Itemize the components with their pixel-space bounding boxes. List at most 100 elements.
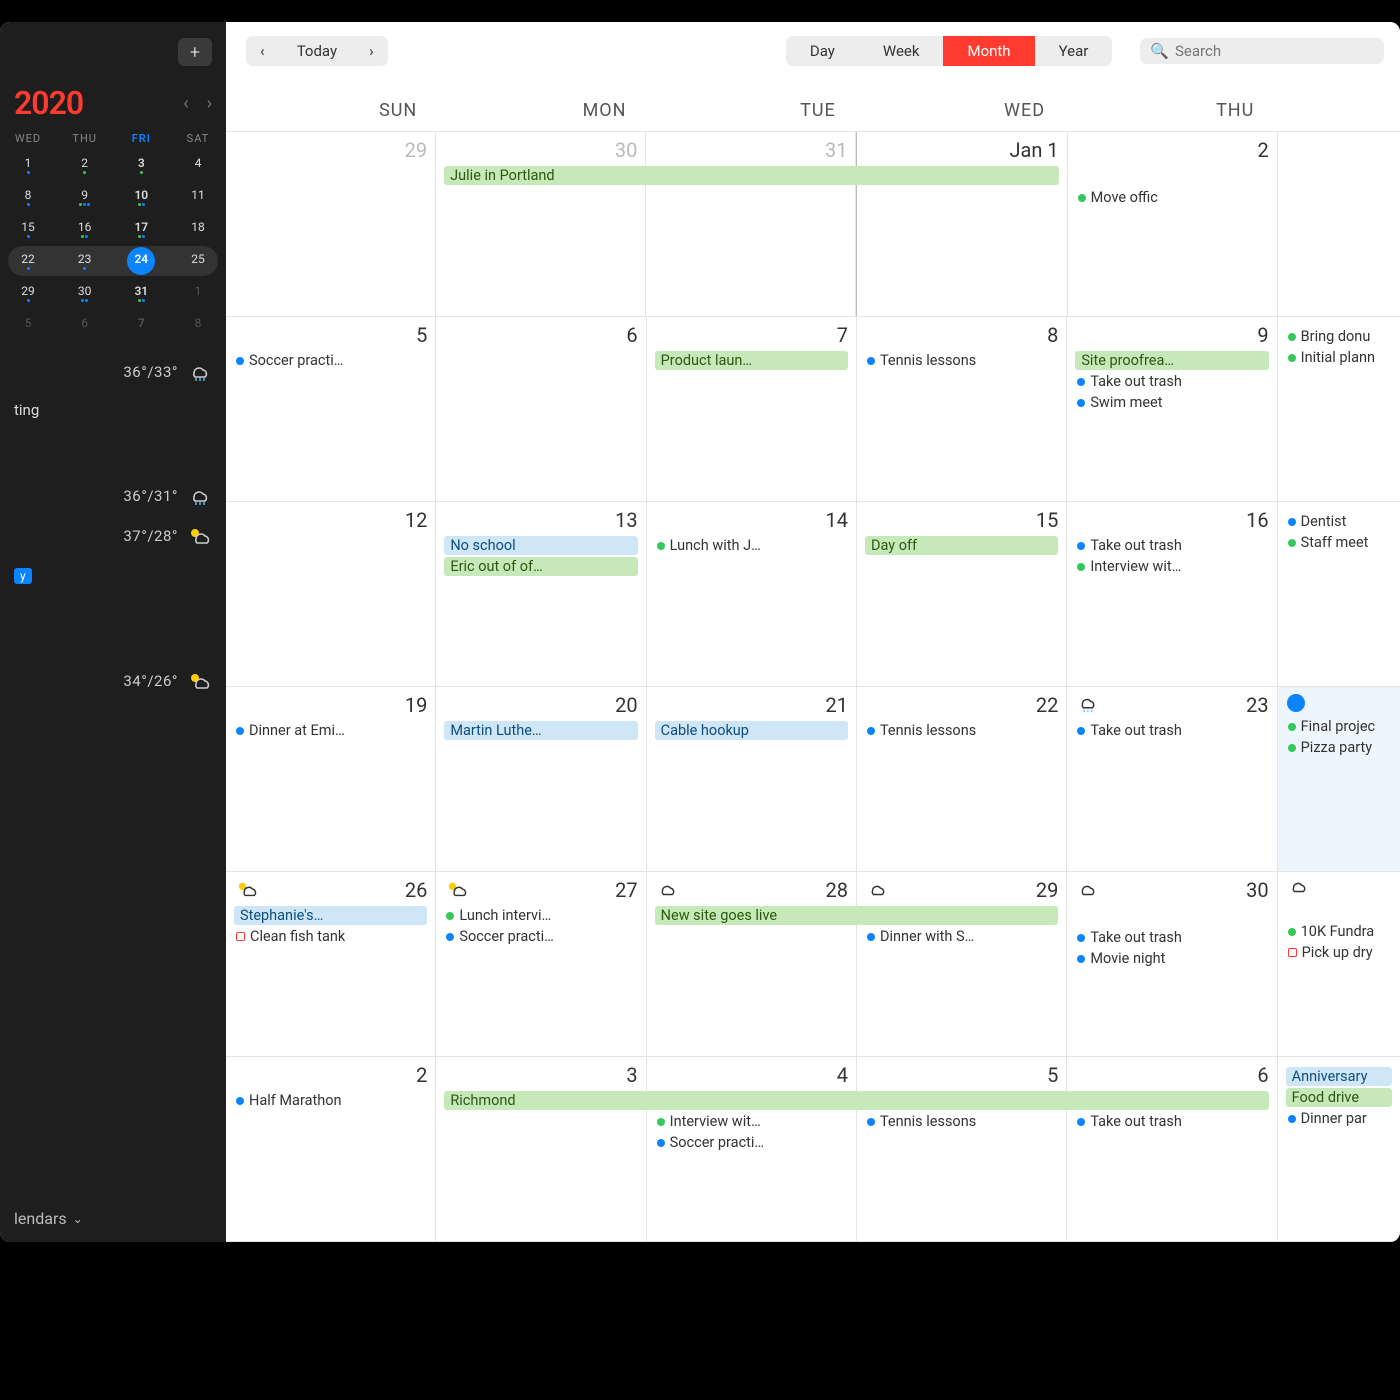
event-bar[interactable]: Food drive <box>1286 1088 1392 1107</box>
event-bar[interactable]: . <box>856 1091 1067 1110</box>
today-tag[interactable]: y <box>14 568 32 584</box>
mini-day[interactable]: 22 <box>14 247 42 275</box>
event-item[interactable]: Lunch intervi… <box>444 906 637 925</box>
mini-next-icon[interactable]: › <box>207 93 212 114</box>
view-week[interactable]: Week <box>859 36 944 66</box>
day-cell[interactable]: 3Richmond <box>436 1057 646 1241</box>
mini-day[interactable]: 18 <box>184 215 212 243</box>
event-item[interactable]: Staff meet <box>1286 533 1392 552</box>
event-item[interactable]: Final projec <box>1286 717 1392 736</box>
event-item[interactable]: Soccer practi… <box>234 351 427 370</box>
event-item[interactable]: Dentist <box>1286 512 1392 531</box>
event-item[interactable]: Movie night <box>1075 949 1268 968</box>
mini-day[interactable]: 8 <box>14 183 42 211</box>
view-month[interactable]: Month <box>943 36 1034 66</box>
day-cell[interactable]: 26Stephanie's…Clean fish tank <box>226 872 436 1056</box>
day-cell[interactable]: 21Cable hookup <box>647 687 857 871</box>
day-cell[interactable]: 30Take out trashMovie night <box>1067 872 1277 1056</box>
view-segment[interactable]: DayWeekMonthYear <box>786 36 1112 66</box>
event-bar[interactable]: Eric out of of… <box>444 557 637 576</box>
day-cell[interactable]: 13No schoolEric out of of… <box>436 502 646 686</box>
search-field[interactable]: 🔍 <box>1140 38 1384 64</box>
mini-prev-icon[interactable]: ‹ <box>183 93 188 114</box>
event-bar[interactable]: Julie in Portland <box>444 166 646 185</box>
event-item[interactable]: Interview wit… <box>655 1112 848 1131</box>
day-cell[interactable]: Bring donuInitial plann <box>1278 317 1400 501</box>
day-cell[interactable]: 22Tennis lessons <box>857 687 1067 871</box>
day-cell[interactable]: Jan 1. <box>856 132 1067 316</box>
day-cell[interactable]: AnniversaryFood driveDinner par <box>1278 1057 1400 1241</box>
event-bar[interactable]: . <box>856 906 1058 925</box>
today-button[interactable]: Today <box>279 36 355 66</box>
day-cell[interactable]: 29 <box>226 132 436 316</box>
event-item[interactable]: Lunch with J… <box>655 536 848 555</box>
mini-day[interactable]: 25 <box>184 247 212 275</box>
mini-day[interactable]: 10 <box>127 183 155 211</box>
event-item[interactable]: Pizza party <box>1286 738 1392 757</box>
event-item[interactable]: Take out trash <box>1075 372 1268 391</box>
event-item[interactable]: Clean fish tank <box>234 927 427 946</box>
event-bar[interactable]: . <box>645 166 856 185</box>
mini-day[interactable]: 7 <box>127 311 155 339</box>
day-cell[interactable]: 30Julie in Portland <box>436 132 646 316</box>
event-bar[interactable]: Cable hookup <box>655 721 848 740</box>
mini-day[interactable]: 30 <box>71 279 99 307</box>
event-item[interactable]: Pick up dry <box>1286 943 1392 962</box>
day-cell[interactable]: 19Dinner at Emi… <box>226 687 436 871</box>
mini-day[interactable]: 5 <box>14 311 42 339</box>
event-item[interactable]: Take out trash <box>1075 1112 1268 1131</box>
mini-day[interactable]: 8 <box>184 311 212 339</box>
event-item[interactable]: Tennis lessons <box>865 1112 1058 1131</box>
day-cell[interactable]: 14Lunch with J… <box>647 502 857 686</box>
day-cell[interactable]: Dentist Staff meet <box>1278 502 1400 686</box>
event-bar[interactable]: Product laun… <box>655 351 848 370</box>
mini-day[interactable]: 15 <box>14 215 42 243</box>
day-cell[interactable]: 10K Fundra Pick up dry <box>1278 872 1400 1056</box>
event-item[interactable]: Take out trash <box>1075 928 1268 947</box>
day-cell[interactable]: 16Take out trashInterview wit… <box>1067 502 1277 686</box>
event-item[interactable]: 10K Fundra <box>1286 922 1392 941</box>
event-bar[interactable]: No school <box>444 536 637 555</box>
event-bar[interactable]: . <box>1066 1091 1268 1110</box>
day-cell[interactable]: 23Take out trash <box>1067 687 1277 871</box>
event-item[interactable]: Swim meet <box>1075 393 1268 412</box>
mini-day[interactable]: 4 <box>184 151 212 179</box>
day-cell[interactable]: 29.Dinner with S… <box>857 872 1067 1056</box>
day-cell[interactable]: 2Move offic <box>1068 132 1278 316</box>
next-button[interactable]: › <box>355 36 388 66</box>
event-bar[interactable]: . <box>856 166 1058 185</box>
event-item[interactable]: Tennis lessons <box>865 721 1058 740</box>
day-cell[interactable]: 12 <box>226 502 436 686</box>
mini-day[interactable]: 2 <box>71 151 99 179</box>
event-item[interactable]: Bring donu <box>1286 327 1392 346</box>
day-cell[interactable] <box>1278 132 1400 316</box>
event-bar[interactable]: Richmond <box>444 1091 646 1110</box>
event-bar[interactable]: Stephanie's… <box>234 906 427 925</box>
event-bar[interactable]: New site goes live <box>655 906 857 925</box>
view-day[interactable]: Day <box>786 36 859 66</box>
mini-day[interactable]: 31 <box>127 279 155 307</box>
mini-day[interactable]: 1 <box>184 279 212 307</box>
mini-day[interactable]: 23 <box>71 247 99 275</box>
event-item[interactable]: Take out trash <box>1075 536 1268 555</box>
day-cell[interactable]: 8Tennis lessons <box>857 317 1067 501</box>
event-item[interactable]: Half Marathon <box>234 1091 427 1110</box>
mini-calendar[interactable]: 1234891011151617182223242529303115678 <box>14 151 212 339</box>
event-item[interactable]: Take out trash <box>1075 721 1268 740</box>
mini-day[interactable]: 9 <box>71 183 99 211</box>
mini-day[interactable]: 24 <box>127 247 155 275</box>
event-bar[interactable]: Day off <box>865 536 1058 555</box>
day-cell[interactable]: 6.Take out trash <box>1067 1057 1277 1241</box>
day-cell[interactable]: 4.Interview wit…Soccer practi… <box>647 1057 857 1241</box>
mini-day[interactable]: 17 <box>127 215 155 243</box>
day-cell[interactable]: 6 <box>436 317 646 501</box>
mini-day[interactable]: 1 <box>14 151 42 179</box>
day-cell[interactable]: 15Day off <box>857 502 1067 686</box>
event-item[interactable]: Interview wit… <box>1075 557 1268 576</box>
event-bar[interactable]: . <box>646 1091 857 1110</box>
day-cell[interactable]: 28New site goes live <box>647 872 857 1056</box>
add-event-button[interactable]: + <box>178 38 212 66</box>
day-cell[interactable]: 20Martin Luthe… <box>436 687 646 871</box>
event-item[interactable]: Dinner with S… <box>865 927 1058 946</box>
event-item[interactable]: Dinner at Emi… <box>234 721 427 740</box>
